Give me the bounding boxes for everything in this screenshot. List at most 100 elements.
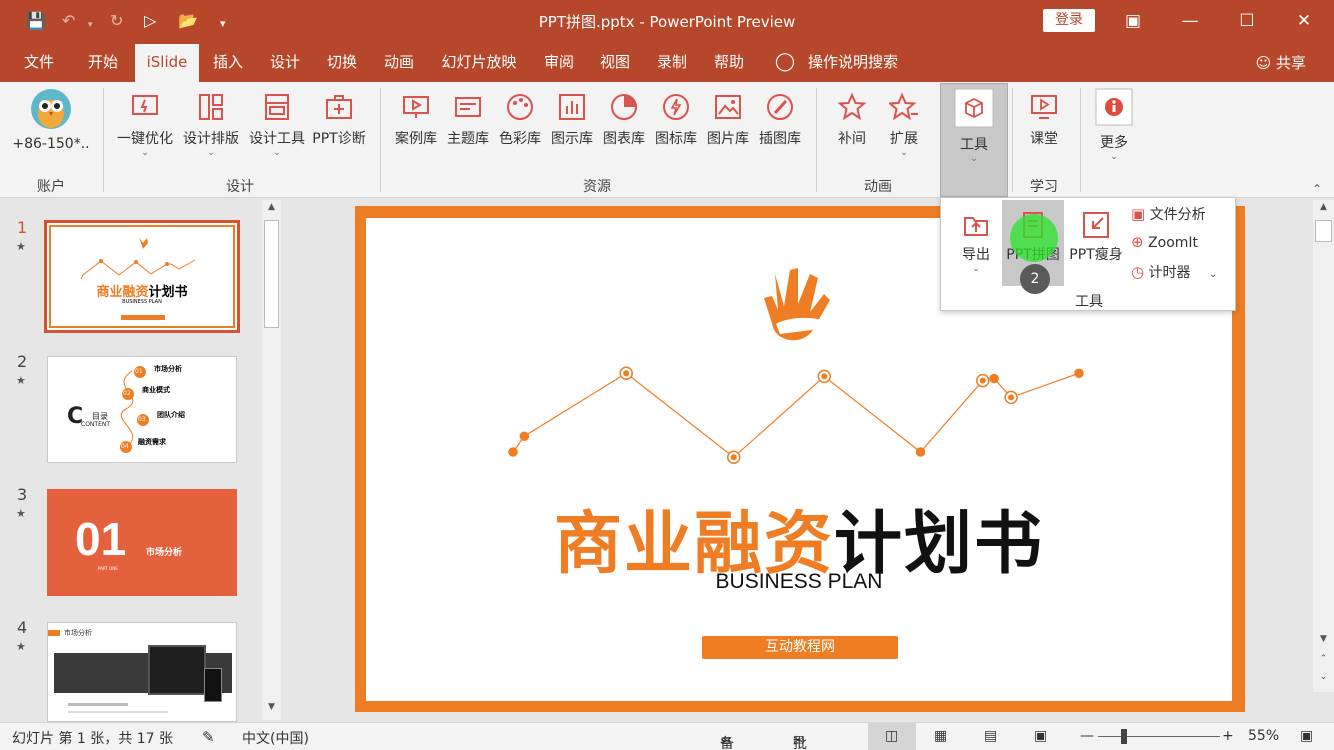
scroll-down-icon[interactable]: ▼ bbox=[1313, 634, 1334, 650]
classroom-label: 课堂 bbox=[1030, 131, 1058, 147]
theme-library-label: 主题库 bbox=[447, 131, 489, 147]
slideshow-view-icon[interactable]: ▣ bbox=[1034, 728, 1047, 744]
owl-avatar-icon bbox=[31, 89, 71, 129]
zoom-slider-track[interactable] bbox=[1098, 736, 1220, 737]
tell-me-search[interactable]: 操作说明搜索 bbox=[800, 44, 906, 82]
status-bar: 幻灯片 第 1 张，共 17 张 ✎ 中文(中国) ≡ 备注 ✉ 批注 ◫ ▦ … bbox=[0, 722, 1334, 750]
slide-thumbnail-1[interactable]: 商业融资计划书 BUSINESS PLAN bbox=[44, 220, 240, 333]
group-separator bbox=[1012, 88, 1013, 192]
minimize-icon[interactable]: — bbox=[1175, 8, 1205, 34]
tab-home[interactable]: 开始 bbox=[78, 44, 128, 82]
icon-library-button[interactable]: 图标库 bbox=[650, 92, 702, 148]
icon-library-icon bbox=[663, 94, 689, 120]
zoomit-button[interactable]: ⊕ ZoomIt bbox=[1131, 233, 1198, 251]
person-icon: ☺ bbox=[1255, 54, 1276, 72]
slide-sorter-icon[interactable]: ▦ bbox=[934, 728, 947, 744]
tab-record[interactable]: 录制 bbox=[647, 44, 697, 82]
tab-view[interactable]: 视图 bbox=[590, 44, 640, 82]
zoom-level[interactable]: 55% bbox=[1248, 728, 1279, 744]
normal-view-icon[interactable]: ◫ bbox=[885, 728, 898, 744]
tab-help[interactable]: 帮助 bbox=[704, 44, 754, 82]
extend-button[interactable]: 扩展 ⌄ bbox=[880, 92, 928, 158]
maximize-icon[interactable]: ☐ bbox=[1232, 8, 1262, 34]
zoom-out-icon[interactable]: — bbox=[1080, 728, 1094, 744]
more-label: 更多 bbox=[1100, 135, 1128, 151]
slide-thumbnail-3[interactable]: 01 市场分析 PART ONE bbox=[47, 489, 237, 596]
close-icon[interactable]: ✕ bbox=[1289, 8, 1319, 34]
classroom-icon bbox=[1031, 95, 1057, 119]
timer-button[interactable]: ◷ 计时器 ⌄ bbox=[1131, 262, 1217, 282]
spell-check-icon[interactable]: ✎ bbox=[202, 728, 215, 746]
scroll-thumb[interactable] bbox=[1315, 220, 1332, 242]
group-separator bbox=[816, 88, 817, 192]
login-button[interactable]: 登录 bbox=[1043, 9, 1095, 32]
slide-2-thumb-num: 01 bbox=[135, 368, 143, 375]
slide-thumbnail-4[interactable]: 市场分析 bbox=[47, 622, 237, 722]
group-label-resources: 资源 bbox=[583, 179, 611, 195]
theme-library-button[interactable]: 主题库 bbox=[442, 92, 494, 148]
image-library-button[interactable]: 图片库 bbox=[702, 92, 754, 148]
one-click-optimize-label: 一键优化 bbox=[117, 131, 173, 147]
design-tools-button[interactable]: 设计工具 ⌄ bbox=[245, 92, 309, 158]
tween-button[interactable]: 补间 bbox=[828, 92, 876, 148]
tab-review[interactable]: 审阅 bbox=[534, 44, 584, 82]
scroll-up-icon[interactable]: ▲ bbox=[1313, 202, 1334, 218]
fit-to-window-icon[interactable]: ▣ bbox=[1300, 728, 1313, 744]
tab-file[interactable]: 文件 bbox=[14, 44, 64, 82]
tab-transitions[interactable]: 切换 bbox=[317, 44, 367, 82]
one-click-optimize-button[interactable]: 一键优化 ⌄ bbox=[113, 92, 177, 158]
thumbnails-scrollbar[interactable]: ▲ ▼ bbox=[262, 200, 281, 720]
design-layout-button[interactable]: 设计排版 ⌄ bbox=[179, 92, 243, 158]
more-button[interactable]: 更多 ⌄ bbox=[1088, 88, 1140, 162]
notes-label: 备注 bbox=[720, 736, 734, 750]
ppt-slim-label: PPT瘦身 bbox=[1069, 247, 1123, 263]
file-analysis-label: 文件分析 bbox=[1149, 207, 1206, 223]
ribbon-display-options-icon[interactable]: ▣ bbox=[1118, 8, 1148, 34]
scroll-up-icon[interactable]: ▲ bbox=[262, 202, 281, 218]
share-button[interactable]: ☺ 共享 bbox=[1256, 44, 1306, 82]
tools-button[interactable]: 工具 ⌄ bbox=[944, 88, 1004, 164]
chart-library-button[interactable]: 图表库 bbox=[598, 92, 650, 148]
zoom-in-icon[interactable]: + bbox=[1222, 728, 1234, 744]
classroom-button[interactable]: 课堂 bbox=[1020, 92, 1068, 148]
step-badge: 2 bbox=[1020, 264, 1050, 294]
reading-view-icon[interactable]: ▤ bbox=[984, 728, 997, 744]
slide-thumbnail-2[interactable]: C 目录 CONTENT 01 02 03 04 市场分析 商业模式 团队介绍 … bbox=[47, 356, 237, 463]
ppt-slim-button[interactable]: PPT瘦身 bbox=[1066, 210, 1126, 264]
canvas-scrollbar[interactable]: ▲ ▼ ⌃ ⌄ bbox=[1313, 200, 1334, 692]
account-button[interactable]: +86-150*.. bbox=[10, 88, 92, 152]
tab-slideshow[interactable]: 幻灯片放映 bbox=[436, 44, 522, 82]
timer-dropdown-icon[interactable]: ⌄ bbox=[1209, 269, 1217, 280]
slide-2-thumb-num: 03 bbox=[138, 416, 146, 423]
tools-label: 工具 bbox=[960, 137, 988, 153]
slide-2-thumb-num: 04 bbox=[121, 443, 129, 450]
next-slide-icon[interactable]: ⌄ bbox=[1313, 672, 1334, 686]
slide-3-thumb-label: 市场分析 bbox=[146, 548, 183, 558]
diagram-library-button[interactable]: 图示库 bbox=[546, 92, 598, 148]
color-library-button[interactable]: 色彩库 bbox=[494, 92, 546, 148]
export-button[interactable]: 导出 ⌄ bbox=[955, 210, 997, 274]
tab-design[interactable]: 设计 bbox=[260, 44, 310, 82]
language-indicator[interactable]: 中文(中国) bbox=[242, 728, 309, 748]
slide-4-thumb-text bbox=[68, 703, 128, 706]
file-analysis-button[interactable]: ▣ 文件分析 bbox=[1131, 204, 1206, 224]
group-separator bbox=[103, 88, 104, 192]
collapse-ribbon-icon[interactable]: ⌃ bbox=[1312, 182, 1322, 196]
tween-label: 补间 bbox=[838, 131, 866, 147]
tab-islide[interactable]: iSlide bbox=[135, 44, 199, 82]
zoom-slider-thumb[interactable] bbox=[1121, 729, 1127, 744]
zoomit-label: ZoomIt bbox=[1148, 235, 1199, 251]
star-icon bbox=[837, 92, 867, 121]
info-icon bbox=[1095, 88, 1133, 126]
tab-insert[interactable]: 插入 bbox=[203, 44, 253, 82]
case-library-button[interactable]: 案例库 bbox=[390, 92, 442, 148]
illustration-library-button[interactable]: 插图库 bbox=[754, 92, 806, 148]
tab-animations[interactable]: 动画 bbox=[374, 44, 424, 82]
slide-2-thumb-heading-en: CONTENT bbox=[81, 421, 111, 428]
scroll-down-icon[interactable]: ▼ bbox=[262, 702, 281, 718]
illustration-library-label: 插图库 bbox=[759, 131, 801, 147]
theme-library-icon bbox=[455, 97, 481, 117]
ppt-diagnose-button[interactable]: PPT诊断 bbox=[309, 92, 369, 148]
prev-slide-icon[interactable]: ⌃ bbox=[1313, 654, 1334, 668]
scroll-thumb[interactable] bbox=[264, 220, 279, 328]
